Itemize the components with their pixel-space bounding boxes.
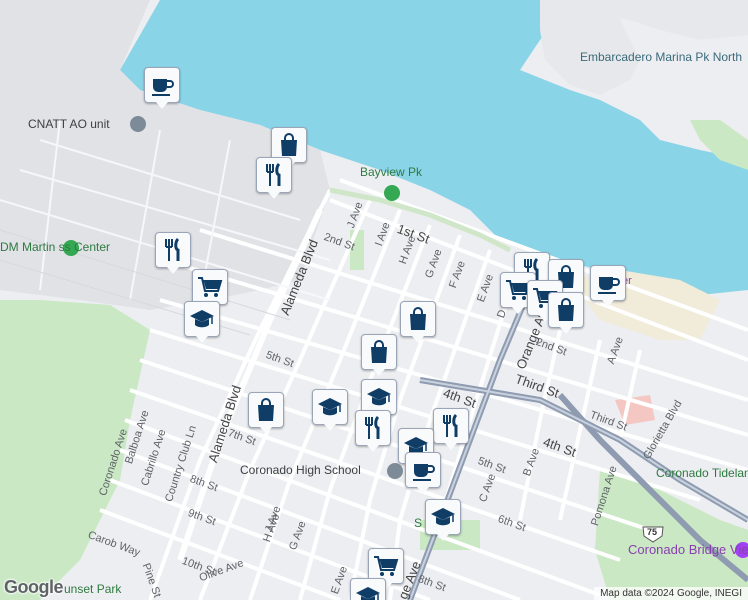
map-marker-shopping-bag[interactable] <box>361 334 397 376</box>
martin-label: DM Martin ss Center <box>0 240 111 254</box>
google-logo: Google <box>4 577 64 597</box>
chs-label: Coronado High School <box>240 463 361 477</box>
bayview-label: Bayview Pk <box>360 165 423 179</box>
map-base <box>0 0 748 600</box>
cnatt-label: CNATT AO unit <box>28 117 110 131</box>
bridge-viewpoint-label: Coronado Bridge Viewpoint <box>628 542 748 557</box>
map-marker-shopping-bag[interactable] <box>400 301 436 343</box>
sunset-label: unset Park <box>64 582 122 596</box>
map-marker-shopping-bag[interactable] <box>248 392 284 434</box>
map-marker-restaurant[interactable] <box>355 410 391 452</box>
map-marker-school[interactable] <box>312 389 348 431</box>
tidelands-label: Coronado Tidelands Pk <box>656 466 748 480</box>
map-marker-restaurant[interactable] <box>256 157 292 199</box>
map-marker-school[interactable] <box>184 301 220 343</box>
map-marker-restaurant[interactable] <box>433 408 469 450</box>
map-marker-shopping-bag[interactable] <box>548 292 584 334</box>
map-attribution[interactable]: Map data ©2024 Google, INEGI <box>594 587 748 600</box>
map-marker-restaurant[interactable] <box>155 232 191 274</box>
map-marker-coffee[interactable] <box>590 265 626 307</box>
map-view[interactable]: Embarcadero Marina Pk North CNATT AO uni… <box>0 0 748 600</box>
embarcadero-label: Embarcadero Marina Pk North <box>580 50 743 64</box>
map-marker-shopping-cart[interactable] <box>192 269 228 311</box>
map-marker-school[interactable] <box>425 499 461 541</box>
map-marker-coffee[interactable] <box>144 67 180 109</box>
map-marker-coffee[interactable] <box>405 452 441 494</box>
map-marker-school[interactable] <box>350 578 386 600</box>
hwy-75-label: 75 <box>647 527 658 537</box>
